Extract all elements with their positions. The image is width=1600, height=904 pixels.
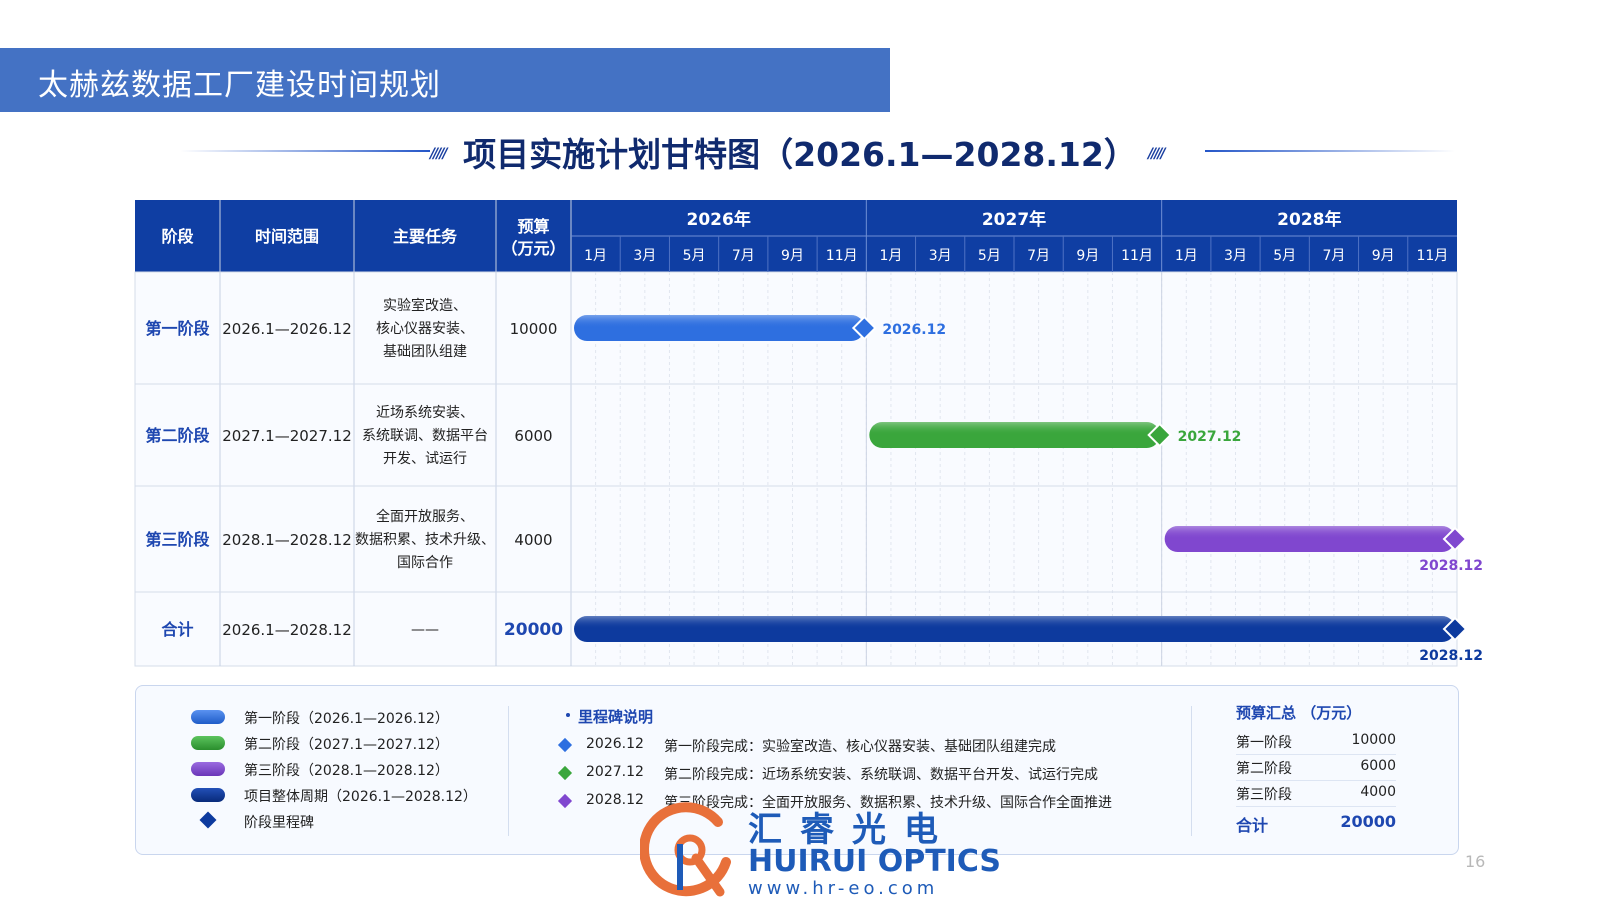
budget-value: 10000 xyxy=(510,320,558,338)
company-logo: 汇睿光电 HUIRUI OPTICS www.hr-eo.com xyxy=(639,800,1001,900)
task-text: —— xyxy=(411,622,439,638)
budget-row: 第三阶段 4000 xyxy=(1236,784,1396,803)
bullet-icon xyxy=(566,713,570,717)
gantt-chart: 阶段 时间范围 主要任务 预算 （万元） 2026年 2027年 2028年 1月 3月 5月 7月 9… xyxy=(134,200,1483,667)
task-text: 近场系统安装、 xyxy=(376,405,474,421)
milestone-diamond-icon xyxy=(557,737,573,753)
task-text: 开发、试运行 xyxy=(383,451,467,467)
legend-divider xyxy=(508,706,509,836)
legend-swatch xyxy=(191,710,225,724)
month-header: 1月 xyxy=(1175,248,1198,264)
month-header: 1月 xyxy=(879,248,902,264)
logo-english-name: HUIRUI OPTICS xyxy=(748,844,1001,879)
column-header: （万元） xyxy=(501,239,565,258)
budget-value: 20000 xyxy=(504,620,563,640)
month-header: 9月 xyxy=(1372,248,1395,264)
month-header: 7月 xyxy=(1027,248,1050,264)
budget-summary-title: 预算汇总 （万元） xyxy=(1236,704,1362,722)
logo-url: www.hr-eo.com xyxy=(748,878,939,899)
time-range: 2027.1—2027.12 xyxy=(222,427,352,445)
budget-row: 第二阶段 6000 xyxy=(1236,758,1396,777)
legend-swatch xyxy=(191,762,225,776)
column-header: 主要任务 xyxy=(393,227,458,246)
month-header: 7月 xyxy=(1322,248,1345,264)
year-header: 2028年 xyxy=(1277,209,1341,230)
milestone-label: 2027.12 xyxy=(1178,429,1242,445)
budget-value: 6000 xyxy=(514,427,552,445)
budget-total-row: 合计 20000 xyxy=(1236,812,1396,835)
milestone-diamond-icon xyxy=(557,765,573,781)
budget-row: 第一阶段 10000 xyxy=(1236,732,1396,751)
month-header: 5月 xyxy=(1273,248,1296,264)
task-text: 国际合作 xyxy=(397,555,453,571)
stage-label: 合计 xyxy=(161,620,193,639)
gantt-bar-highlight xyxy=(574,315,865,341)
task-text: 核心仪器安装、 xyxy=(376,321,474,337)
month-header: 3月 xyxy=(1224,248,1247,264)
column-header: 时间范围 xyxy=(255,227,319,246)
time-range: 2028.1—2028.12 xyxy=(222,531,352,549)
task-text: 全面开放服务、 xyxy=(376,508,474,525)
page-number: 16 xyxy=(1465,852,1486,871)
budget-divider xyxy=(1236,806,1396,807)
legend-swatch xyxy=(191,736,225,750)
milestone-label: 2028.12 xyxy=(1419,558,1483,574)
year-header: 2026年 xyxy=(687,209,751,230)
task-text: 数据积累、技术升级、 xyxy=(355,532,495,548)
time-range: 2026.1—2026.12 xyxy=(222,320,352,338)
budget-value: 4000 xyxy=(514,531,552,549)
month-header: 11月 xyxy=(826,248,858,264)
stage-label: 第一阶段 xyxy=(145,319,210,338)
budget-divider xyxy=(1236,754,1396,755)
logo-emblem-icon xyxy=(639,802,731,897)
task-text: 系统联调、数据平台 xyxy=(362,428,488,444)
legend-swatch xyxy=(191,788,225,802)
month-header: 3月 xyxy=(929,248,952,264)
month-header: 9月 xyxy=(781,248,804,264)
task-text: 实验室改造、 xyxy=(383,297,467,314)
month-header: 11月 xyxy=(1416,248,1448,264)
task-text: 基础团队组建 xyxy=(383,343,467,360)
milestones-title: 里程碑说明 xyxy=(578,708,654,726)
milestone-label: 2028.12 xyxy=(1419,648,1483,664)
month-header: 1月 xyxy=(584,248,607,264)
month-header: 5月 xyxy=(978,248,1001,264)
gantt-bar-highlight xyxy=(574,616,1455,642)
month-header: 3月 xyxy=(633,248,656,264)
stage-label: 第三阶段 xyxy=(145,530,210,549)
legend-divider xyxy=(1191,706,1192,836)
month-header: 7月 xyxy=(732,248,755,264)
budget-divider xyxy=(1236,780,1396,781)
milestone-label: 2026.12 xyxy=(882,322,946,338)
month-header: 5月 xyxy=(683,248,706,264)
column-header: 阶段 xyxy=(161,227,194,246)
stage-label: 第二阶段 xyxy=(145,426,210,445)
gantt-bar-highlight xyxy=(1164,526,1455,552)
milestone-diamond-icon xyxy=(199,811,217,829)
month-header: 9月 xyxy=(1076,248,1099,264)
gantt-bar-highlight xyxy=(869,422,1160,448)
time-range: 2026.1—2028.12 xyxy=(222,621,352,639)
month-header: 11月 xyxy=(1121,248,1153,264)
milestone-diamond-icon xyxy=(557,793,573,809)
year-header: 2027年 xyxy=(982,209,1046,230)
column-header: 预算 xyxy=(517,217,549,236)
